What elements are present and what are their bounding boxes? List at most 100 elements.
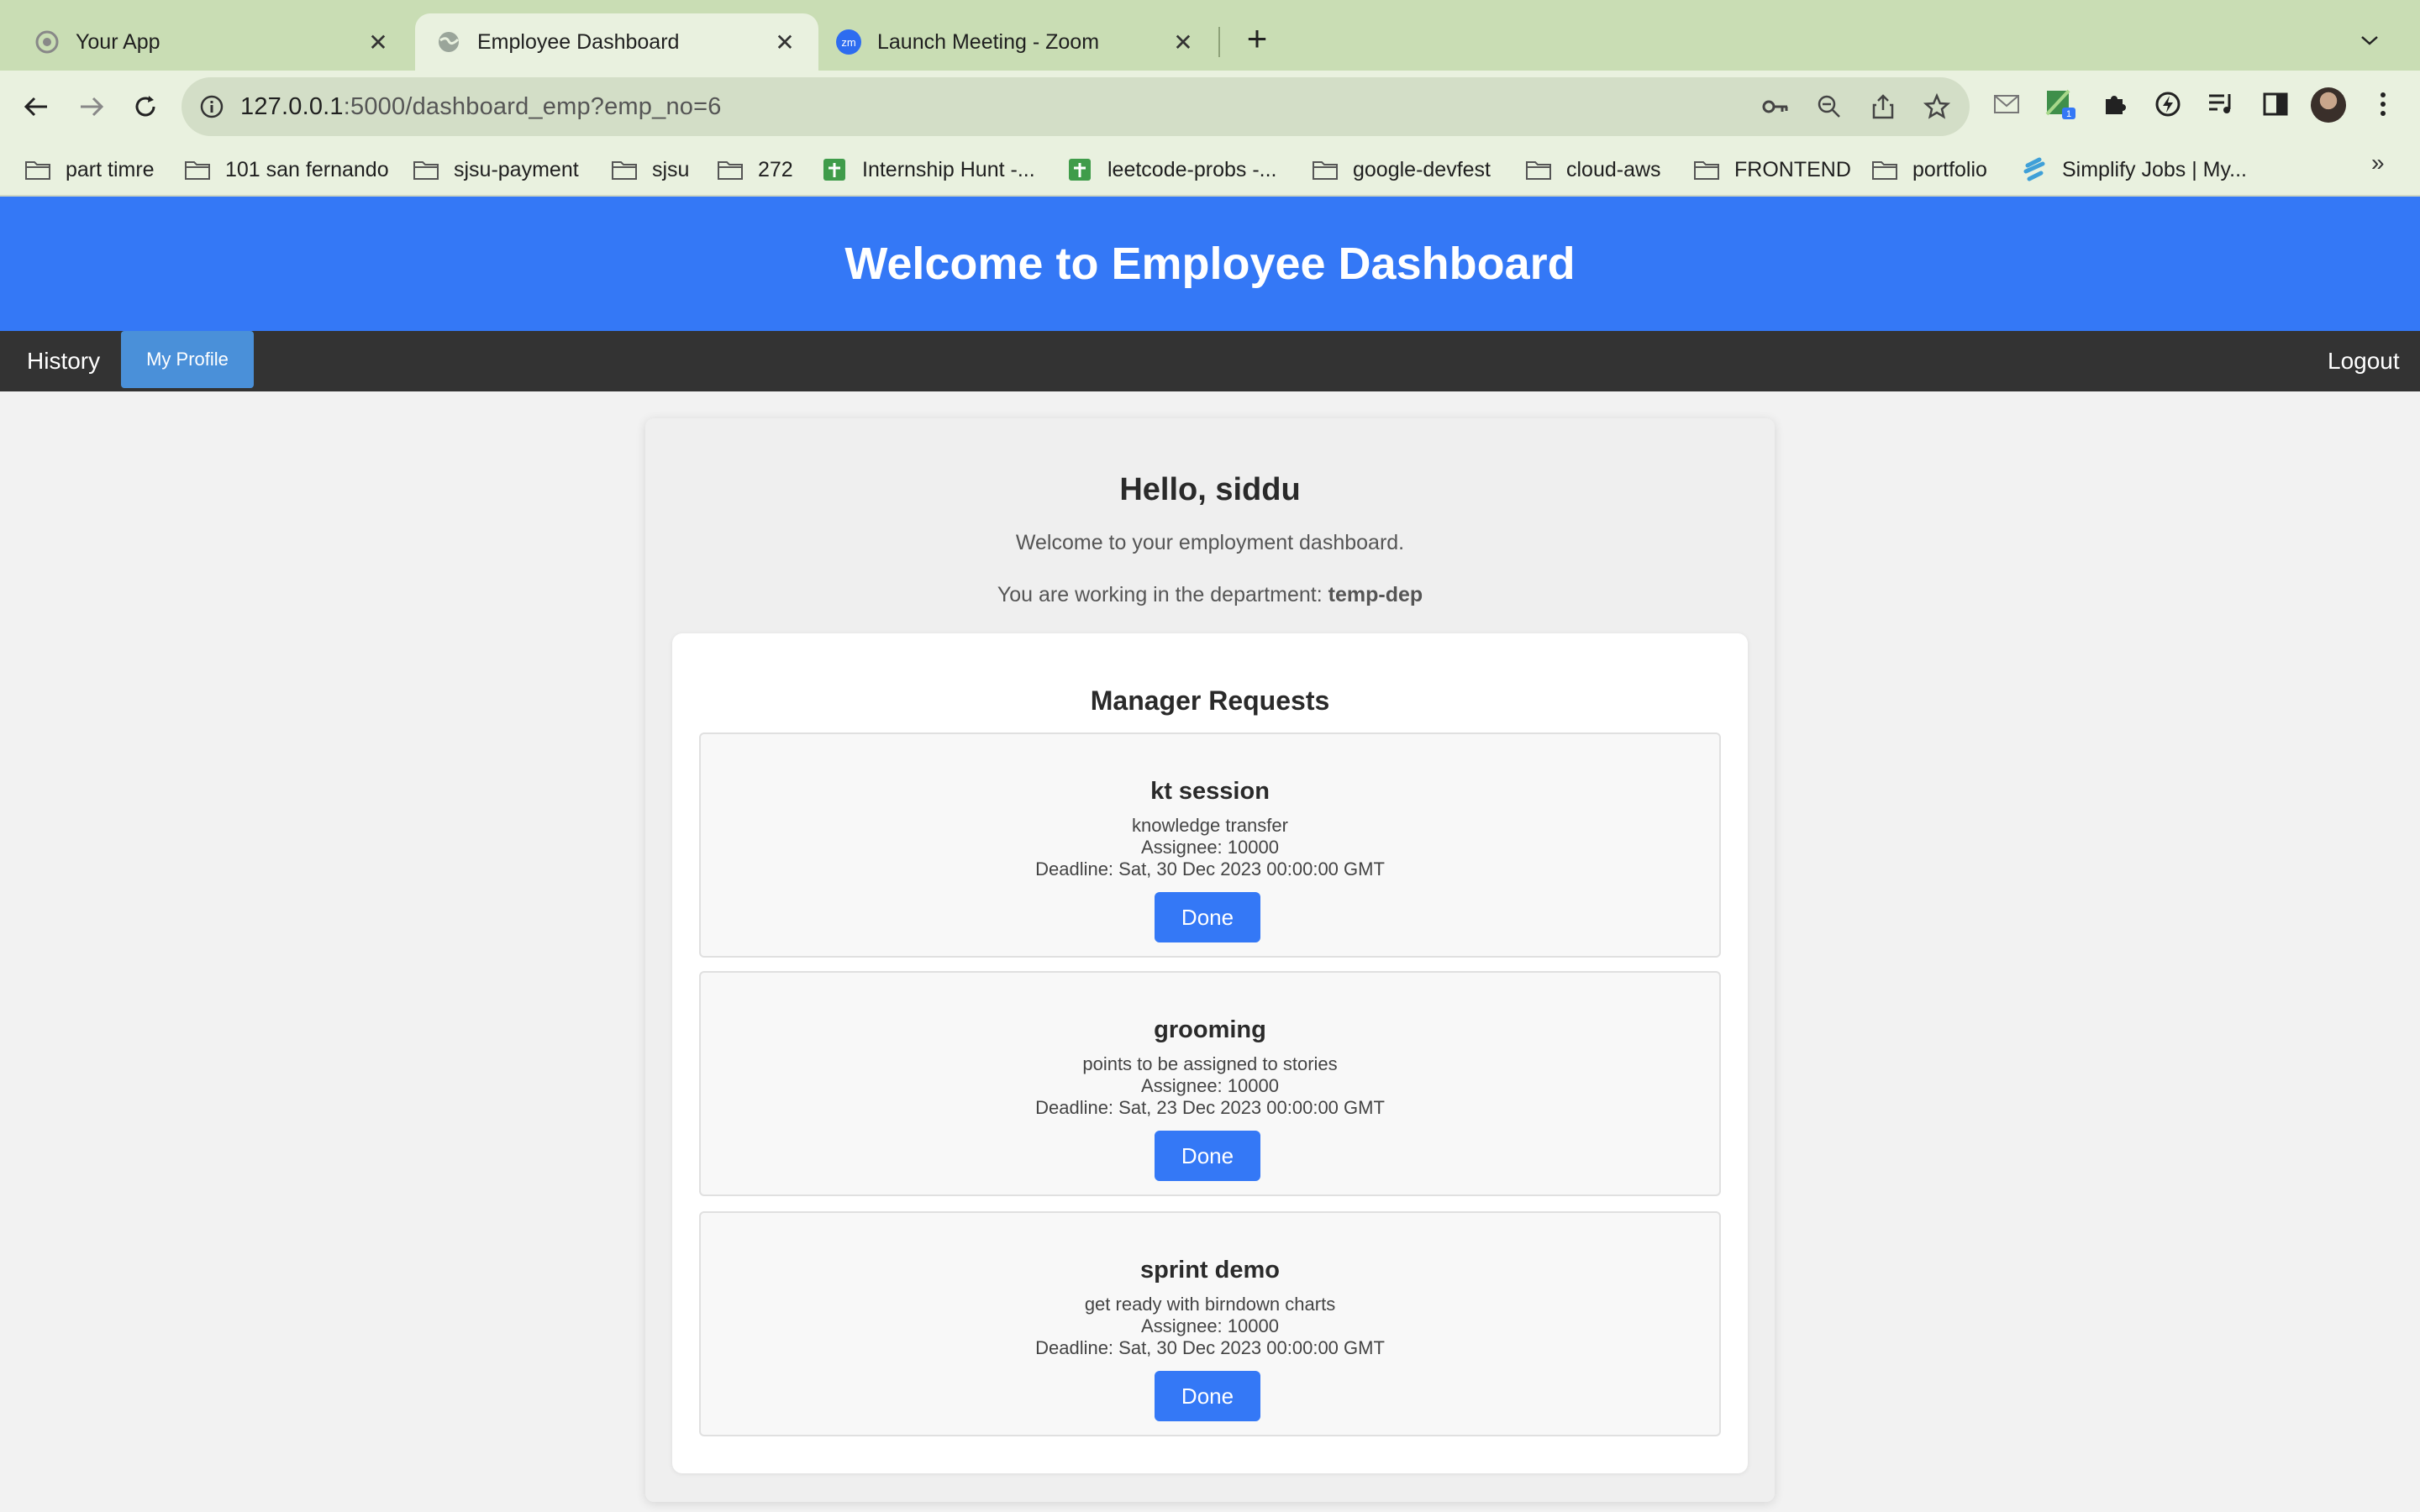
page-title: Welcome to Employee Dashboard xyxy=(844,239,1576,289)
close-tab-icon[interactable]: ✕ xyxy=(1168,27,1198,57)
bookmark-item[interactable]: 101 san fernando xyxy=(183,155,389,185)
nav-history-link[interactable]: History xyxy=(27,331,100,391)
request-deadline: Deadline: Sat, 23 Dec 2023 00:00:00 GMT xyxy=(1035,1097,1385,1118)
bookmark-item[interactable]: leetcode-probs -... xyxy=(1065,155,1277,185)
close-tab-icon[interactable]: ✕ xyxy=(363,27,393,57)
bookmark-label: FRONTEND xyxy=(1734,157,1851,181)
done-button[interactable]: Done xyxy=(1155,1371,1260,1421)
browser-menu-icon[interactable] xyxy=(2366,87,2400,121)
close-tab-icon[interactable]: ✕ xyxy=(770,27,800,57)
tab-search-chevron-icon[interactable] xyxy=(2353,24,2386,57)
bookmark-label: leetcode-probs -... xyxy=(1107,157,1277,181)
folder-icon xyxy=(1524,157,1553,182)
tab-zoom-meeting[interactable]: zm Launch Meeting - Zoom ✕ xyxy=(818,13,1217,71)
bookmark-label: part timre xyxy=(66,157,155,181)
folder-icon xyxy=(610,157,639,182)
gear-favicon-icon xyxy=(34,29,60,55)
welcome-text: Welcome to your employment dashboard. xyxy=(1015,531,1405,554)
address-bar[interactable]: 127.0.0.1:5000/dashboard_emp?emp_no=6 xyxy=(182,77,1970,136)
bookmark-item[interactable]: google-devfest xyxy=(1311,155,1491,185)
lightning-extension-icon[interactable] xyxy=(2151,87,2185,121)
folder-icon xyxy=(412,157,440,182)
tab-your-app[interactable]: Your App ✕ xyxy=(0,13,412,71)
bookmark-label: portfolio xyxy=(1912,157,1987,181)
page-header: Welcome to Employee Dashboard xyxy=(0,197,2420,331)
bookmark-label: Internship Hunt -... xyxy=(862,157,1035,181)
profile-avatar[interactable] xyxy=(2311,87,2346,123)
folder-icon xyxy=(1311,157,1339,182)
request-description: points to be assigned to stories xyxy=(1082,1053,1338,1074)
folder-icon xyxy=(1870,157,1899,182)
bookmark-item[interactable]: Internship Hunt -... xyxy=(820,155,1035,185)
site-info-icon[interactable] xyxy=(198,93,225,120)
bookmark-item[interactable]: 272 xyxy=(716,155,793,185)
bookmarks-overflow-button[interactable]: » xyxy=(2371,150,2385,176)
share-icon[interactable] xyxy=(1869,92,1897,121)
bookmark-star-icon[interactable] xyxy=(1923,92,1951,121)
folder-icon xyxy=(24,157,52,182)
url-text: 127.0.0.1:5000/dashboard_emp?emp_no=6 xyxy=(240,93,722,121)
request-assignee: Assignee: 10000 xyxy=(1141,1315,1279,1336)
bookmark-label: sjsu xyxy=(652,157,690,181)
globe-favicon-icon xyxy=(435,29,462,55)
bookmarks-bar: part timre 101 san fernando sjsu-payment… xyxy=(0,143,2420,197)
request-description: get ready with birndown charts xyxy=(1084,1294,1336,1315)
dashboard-card: Hello, siddu Welcome to your employment … xyxy=(645,418,1775,1502)
back-arrow-icon[interactable] xyxy=(17,87,55,126)
manager-requests-panel: Manager Requests kt session knowledge tr… xyxy=(672,633,1748,1473)
folder-icon xyxy=(183,157,212,182)
request-description: knowledge transfer xyxy=(1132,815,1288,836)
tab-divider xyxy=(1218,27,1220,57)
request-title: grooming xyxy=(1154,1016,1266,1043)
bookmark-item[interactable]: FRONTEND xyxy=(1692,155,1851,185)
request-title: kt session xyxy=(1150,778,1270,805)
zoom-out-icon[interactable] xyxy=(1815,92,1844,121)
url-path: :5000/dashboard_emp?emp_no=6 xyxy=(343,92,722,120)
department-line: You are working in the department: temp-… xyxy=(645,583,1775,607)
media-queue-icon[interactable] xyxy=(2205,87,2238,121)
extension-badge: 1 xyxy=(2066,109,2071,119)
folder-icon xyxy=(1692,157,1721,182)
forward-arrow-icon[interactable] xyxy=(72,87,111,126)
app-navbar: History My Profile Logout xyxy=(0,331,2420,391)
puzzle-extensions-icon[interactable] xyxy=(2097,87,2131,121)
done-button[interactable]: Done xyxy=(1155,892,1260,942)
department-label: You are working in the department: xyxy=(997,583,1323,606)
greeting-heading: Hello, siddu xyxy=(1119,472,1301,507)
bookmark-item[interactable]: part timre xyxy=(24,155,155,185)
folder-icon xyxy=(716,157,744,182)
bookmark-item[interactable]: sjsu xyxy=(610,155,689,185)
bookmark-item[interactable]: cloud-aws xyxy=(1524,155,1661,185)
request-assignee: Assignee: 10000 xyxy=(1141,837,1279,858)
sheets-icon xyxy=(820,157,849,182)
sheets-icon xyxy=(1065,157,1094,182)
key-icon[interactable] xyxy=(1761,92,1790,121)
tab-title: Your App xyxy=(76,29,160,54)
request-assignee: Assignee: 10000 xyxy=(1141,1075,1279,1096)
sheets-extension-icon[interactable]: 1 xyxy=(2044,87,2077,121)
request-title: sprint demo xyxy=(1140,1257,1280,1284)
done-button[interactable]: Done xyxy=(1155,1131,1260,1181)
bookmark-label: google-devfest xyxy=(1353,157,1491,181)
side-panel-icon[interactable] xyxy=(2259,87,2292,121)
bookmark-label: sjsu-payment xyxy=(454,157,579,181)
request-card: kt session knowledge transfer Assignee: … xyxy=(699,732,1721,958)
nav-logout-link[interactable]: Logout xyxy=(2328,331,2400,391)
zoom-favicon-text: zm xyxy=(841,36,855,49)
bookmark-label: 101 san fernando xyxy=(225,157,389,181)
mail-extension-icon[interactable] xyxy=(1990,87,2023,121)
new-tab-button[interactable]: + xyxy=(1239,21,1276,59)
request-card: sprint demo get ready with birndown char… xyxy=(699,1211,1721,1436)
request-card: grooming points to be assigned to storie… xyxy=(699,971,1721,1196)
bookmark-item[interactable]: sjsu-payment xyxy=(412,155,579,185)
zoom-favicon-icon: zm xyxy=(835,29,862,55)
bookmark-item[interactable]: Simplify Jobs | My... xyxy=(2020,155,2247,185)
reload-icon[interactable] xyxy=(126,87,165,126)
bookmark-label: 272 xyxy=(758,157,793,181)
tab-employee-dashboard[interactable]: Employee Dashboard ✕ xyxy=(415,13,818,71)
request-deadline: Deadline: Sat, 30 Dec 2023 00:00:00 GMT xyxy=(1035,1337,1385,1358)
nav-my-profile-button[interactable]: My Profile xyxy=(121,331,254,388)
bookmark-item[interactable]: portfolio xyxy=(1870,155,1987,185)
department-value: temp-dep xyxy=(1328,583,1423,606)
simplify-icon xyxy=(2020,157,2049,182)
